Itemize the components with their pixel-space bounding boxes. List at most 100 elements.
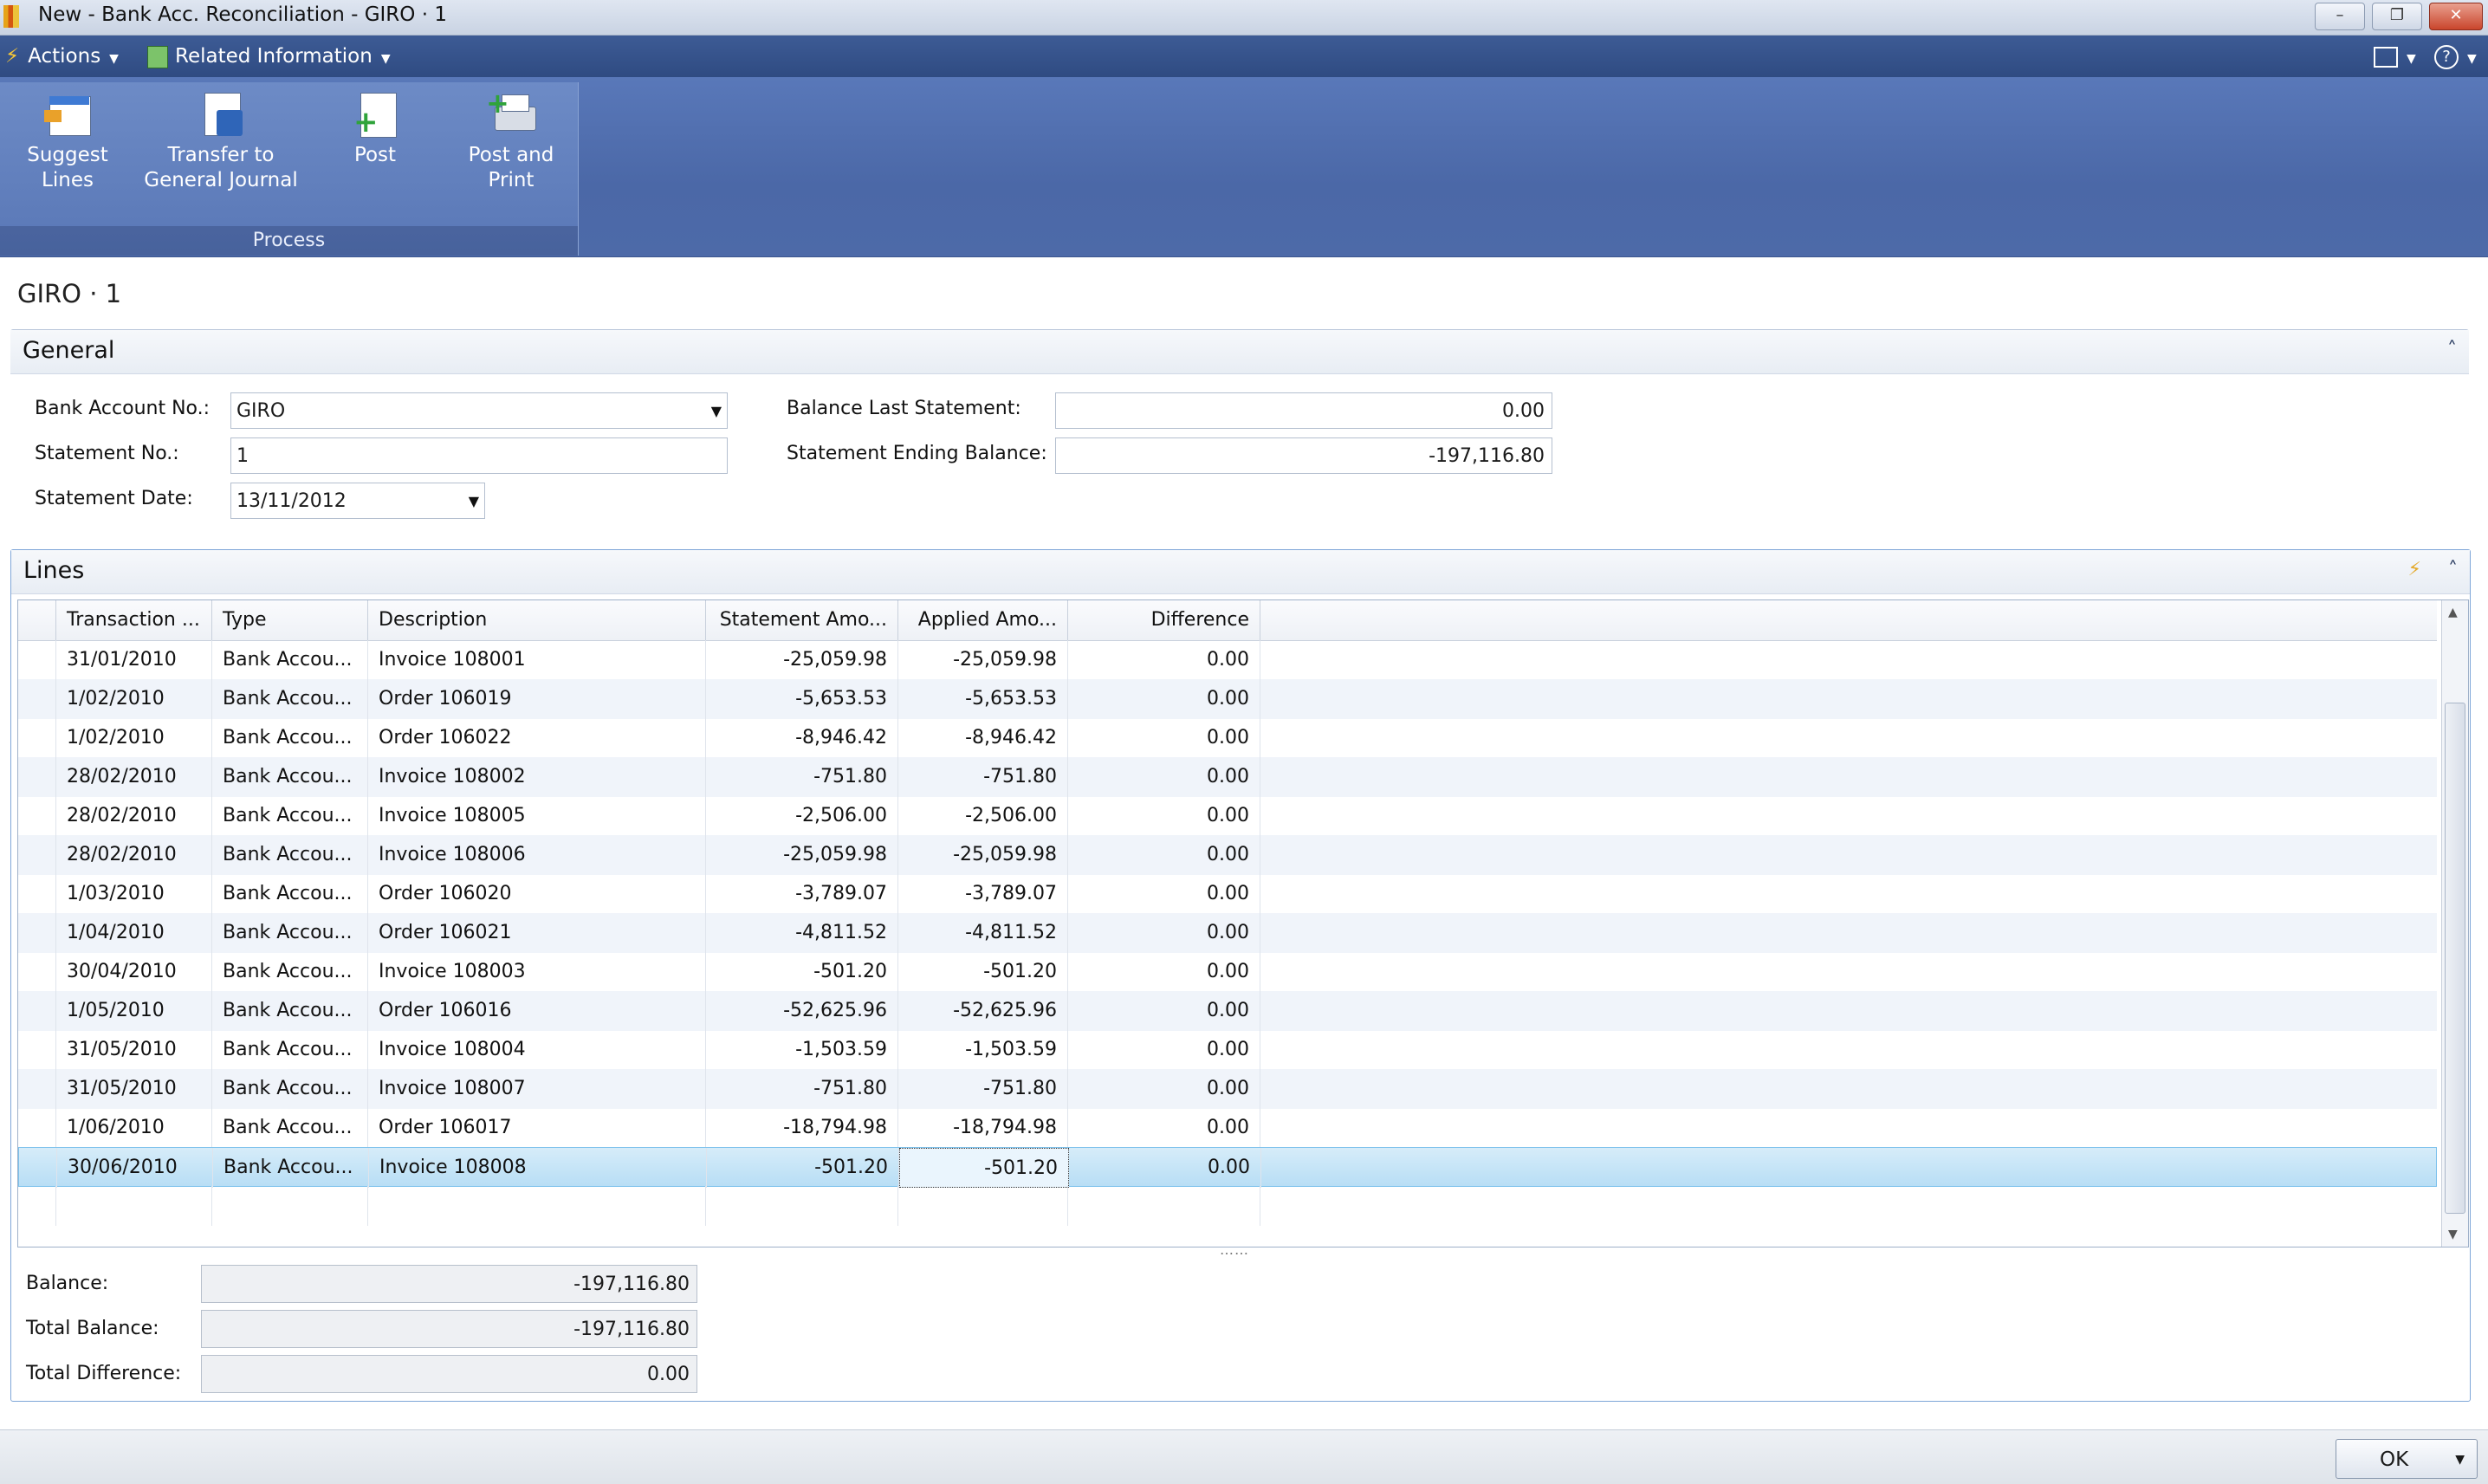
cell-statement-amount[interactable]: -1,503.59 xyxy=(706,1030,898,1070)
row-selector[interactable] xyxy=(18,952,56,992)
cell-applied-amount[interactable]: -18,794.98 xyxy=(898,1108,1068,1148)
cell-description[interactable] xyxy=(368,1186,706,1226)
row-selector[interactable] xyxy=(18,1186,56,1226)
cell-transaction-date[interactable]: 1/03/2010 xyxy=(56,874,212,914)
row-selector[interactable] xyxy=(19,1148,57,1188)
cell-applied-amount[interactable]: -5,653.53 xyxy=(898,679,1068,719)
cell-difference[interactable]: 0.00 xyxy=(1068,796,1260,836)
row-selector[interactable] xyxy=(18,640,56,680)
suggest-lines-button[interactable]: Suggest Lines xyxy=(16,91,120,193)
ok-button[interactable]: OK ▼ xyxy=(2336,1439,2478,1479)
cell-statement-amount[interactable]: -4,811.52 xyxy=(706,913,898,953)
cell-difference[interactable]: 0.00 xyxy=(1068,835,1260,875)
table-row[interactable]: 31/05/2010 Bank Accou... Invoice 108004 -1,… xyxy=(18,1030,2437,1070)
column-header-transaction-date[interactable]: Transaction ... xyxy=(56,600,212,640)
lines-header[interactable]: Lines ⚡ ˄ xyxy=(11,550,2470,594)
table-row[interactable]: 31/05/2010 Bank Accou... Invoice 108007 -75… xyxy=(18,1069,2437,1109)
cell-applied-amount[interactable]: -501.20 xyxy=(898,952,1068,992)
row-selector[interactable] xyxy=(18,835,56,875)
cell-description[interactable]: Invoice 108008 xyxy=(369,1148,707,1188)
cell-statement-amount[interactable]: -25,059.98 xyxy=(706,640,898,680)
cell-statement-amount[interactable]: -501.20 xyxy=(707,1148,899,1188)
column-header-difference[interactable]: Difference xyxy=(1068,600,1260,640)
cell-applied-amount[interactable]: -52,625.96 xyxy=(898,991,1068,1031)
column-header-description[interactable]: Description xyxy=(368,600,706,640)
post-and-print-button[interactable]: + Post and Print xyxy=(459,89,563,193)
table-row[interactable]: 1/02/2010 Bank Accou... Order 106022 -8,946… xyxy=(18,718,2437,758)
cell-type[interactable]: Bank Accou... xyxy=(212,952,368,992)
cell-statement-amount[interactable]: -8,946.42 xyxy=(706,718,898,758)
vertical-scrollbar[interactable]: ▲ ▼ xyxy=(2441,600,2468,1247)
cell-difference[interactable]: 0.00 xyxy=(1068,991,1260,1031)
column-header-type[interactable]: Type xyxy=(212,600,368,640)
cell-type[interactable]: Bank Accou... xyxy=(212,1030,368,1070)
cell-description[interactable]: Invoice 108007 xyxy=(368,1069,706,1109)
cell-transaction-date[interactable]: 1/06/2010 xyxy=(56,1108,212,1148)
close-button[interactable]: ✕ xyxy=(2429,3,2483,30)
table-row-empty[interactable] xyxy=(18,1186,2437,1226)
cell-applied-amount[interactable]: -25,059.98 xyxy=(898,640,1068,680)
table-row[interactable]: 1/06/2010 Bank Accou... Order 106017 -18,79… xyxy=(18,1108,2437,1148)
lightning-icon[interactable]: ⚡ xyxy=(2408,559,2421,580)
cell-description[interactable]: Invoice 108003 xyxy=(368,952,706,992)
cell-statement-amount[interactable]: -751.80 xyxy=(706,1069,898,1109)
cell-type[interactable]: Bank Accou... xyxy=(212,640,368,680)
related-information-menu[interactable]: Related Information ▼ xyxy=(147,36,391,77)
post-button[interactable]: + Post xyxy=(336,91,414,168)
row-selector[interactable] xyxy=(18,991,56,1031)
collapse-chevron-icon[interactable]: ˄ xyxy=(2448,559,2458,580)
row-selector[interactable] xyxy=(18,1030,56,1070)
table-row[interactable]: 28/02/2010 Bank Accou... Invoice 108006 -25… xyxy=(18,835,2437,875)
cell-applied-amount[interactable]: -4,811.52 xyxy=(898,913,1068,953)
cell-type[interactable]: Bank Accou... xyxy=(212,835,368,875)
bank-account-field[interactable]: GIRO ▼ xyxy=(230,392,728,429)
cell-transaction-date[interactable]: 30/06/2010 xyxy=(57,1148,213,1188)
cell-applied-amount[interactable]: -25,059.98 xyxy=(898,835,1068,875)
cell-description[interactable]: Invoice 108006 xyxy=(368,835,706,875)
statement-no-field[interactable]: 1 xyxy=(230,437,728,474)
table-row[interactable]: 1/02/2010 Bank Accou... Order 106019 -5,653… xyxy=(18,679,2437,719)
cell-statement-amount[interactable]: -5,653.53 xyxy=(706,679,898,719)
row-selector[interactable] xyxy=(18,796,56,836)
cell-description[interactable]: Order 106020 xyxy=(368,874,706,914)
cell-transaction-date[interactable]: 1/02/2010 xyxy=(56,679,212,719)
cell-description[interactable]: Invoice 108005 xyxy=(368,796,706,836)
dropdown-arrow-icon[interactable]: ▼ xyxy=(469,483,479,520)
cell-transaction-date[interactable]: 31/01/2010 xyxy=(56,640,212,680)
table-row[interactable]: 30/04/2010 Bank Accou... Invoice 108003 -50… xyxy=(18,952,2437,992)
restore-button[interactable]: ❐ xyxy=(2372,3,2422,30)
cell-statement-amount[interactable]: -501.20 xyxy=(706,952,898,992)
column-header-statement-amount[interactable]: Statement Amo... xyxy=(706,600,898,640)
cell-type[interactable]: Bank Accou... xyxy=(212,1108,368,1148)
cell-difference[interactable]: 0.00 xyxy=(1068,913,1260,953)
cell-applied-amount[interactable] xyxy=(898,1186,1068,1226)
scroll-down-arrow-icon[interactable]: ▼ xyxy=(2448,1228,2458,1241)
cell-type[interactable]: Bank Accou... xyxy=(212,757,368,797)
cell-description[interactable]: Order 106022 xyxy=(368,718,706,758)
table-row[interactable]: 1/05/2010 Bank Accou... Order 106016 -52,62… xyxy=(18,991,2437,1031)
table-row[interactable]: 31/01/2010 Bank Accou... Invoice 108001 -25… xyxy=(18,640,2437,680)
actions-menu[interactable]: ⚡ Actions ▼ xyxy=(5,36,119,77)
cell-type[interactable]: Bank Accou... xyxy=(213,1148,369,1188)
row-selector[interactable] xyxy=(18,757,56,797)
cell-difference[interactable]: 0.00 xyxy=(1068,718,1260,758)
cell-description[interactable]: Invoice 108002 xyxy=(368,757,706,797)
dropdown-arrow-icon[interactable]: ▼ xyxy=(711,393,722,430)
cell-difference[interactable]: 0.00 xyxy=(1068,1069,1260,1109)
cell-applied-amount[interactable]: -501.20 xyxy=(899,1148,1069,1188)
cell-statement-amount[interactable]: -25,059.98 xyxy=(706,835,898,875)
row-selector[interactable] xyxy=(18,1108,56,1148)
cell-statement-amount[interactable]: -2,506.00 xyxy=(706,796,898,836)
help-menu[interactable]: ? ▼ xyxy=(2434,36,2477,77)
general-header[interactable]: General ˄ xyxy=(10,330,2469,374)
cell-statement-amount[interactable]: -751.80 xyxy=(706,757,898,797)
layout-menu[interactable]: ▼ xyxy=(2374,36,2416,77)
cell-transaction-date[interactable]: 28/02/2010 xyxy=(56,835,212,875)
cell-statement-amount[interactable]: -3,789.07 xyxy=(706,874,898,914)
table-row[interactable]: 1/03/2010 Bank Accou... Order 106020 -3,789… xyxy=(18,874,2437,914)
cell-description[interactable]: Order 106017 xyxy=(368,1108,706,1148)
cell-type[interactable] xyxy=(212,1186,368,1226)
cell-type[interactable]: Bank Accou... xyxy=(212,991,368,1031)
cell-applied-amount[interactable]: -2,506.00 xyxy=(898,796,1068,836)
cell-difference[interactable]: 0.00 xyxy=(1068,874,1260,914)
